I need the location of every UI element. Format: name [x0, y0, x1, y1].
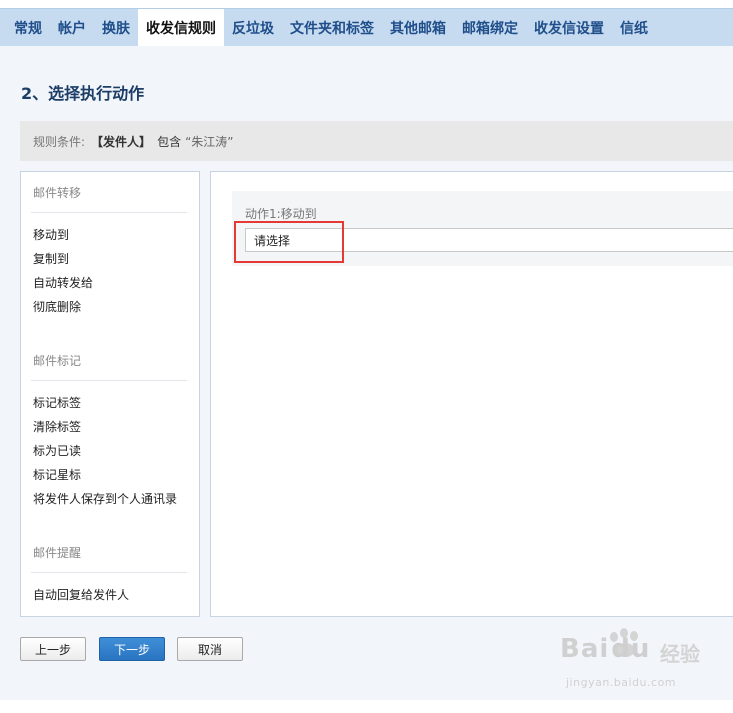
section-title-mail-notify: 邮件提醒 — [33, 546, 82, 560]
action-mark-star[interactable]: 标记星标 — [33, 466, 81, 483]
section-divider — [31, 380, 187, 381]
section-divider — [31, 212, 187, 213]
tab-other-mailboxes[interactable]: 其他邮箱 — [382, 9, 454, 46]
action-auto-reply[interactable]: 自动回复给发件人 — [33, 586, 129, 603]
settings-tab-bar: 常规 帐户 换肤 收发信规则 反垃圾 文件夹和标签 其他邮箱 邮箱绑定 收发信设… — [0, 8, 733, 46]
cancel-button[interactable]: 取消 — [177, 637, 243, 661]
action-copy-to[interactable]: 复制到 — [33, 250, 69, 267]
condition-operator: 包含 — [157, 134, 182, 149]
section-title-mail-mark: 邮件标记 — [33, 354, 82, 368]
rule-condition-bar: 规则条件: 【发件人】 包含 “朱江涛” — [20, 121, 733, 161]
tab-account[interactable]: 帐户 — [50, 9, 94, 46]
tab-general[interactable]: 常规 — [6, 9, 50, 46]
action-mark-label[interactable]: 标记标签 — [33, 394, 81, 411]
folder-select[interactable]: 请选择 — [245, 228, 733, 252]
tab-folders-labels[interactable]: 文件夹和标签 — [282, 9, 382, 46]
action-row: 动作1:移动到 请选择 — [232, 191, 733, 266]
tab-anti-spam[interactable]: 反垃圾 — [224, 9, 282, 46]
condition-field: 【发件人】 — [91, 134, 152, 149]
tab-stationery[interactable]: 信纸 — [612, 9, 656, 46]
section-divider — [31, 572, 187, 573]
action-delete-permanently[interactable]: 彻底删除 — [33, 298, 81, 315]
condition-label: 规则条件: — [33, 134, 86, 149]
action-label: 动作1:移动到 — [245, 207, 317, 221]
next-step-button[interactable]: 下一步 — [99, 637, 165, 661]
section-title-mail-move: 邮件转移 — [33, 186, 82, 200]
condition-value: “朱江涛” — [185, 134, 234, 149]
rule-editor-page: 2、选择执行动作 规则条件: 【发件人】 包含 “朱江涛” 邮件转移 移动到 复… — [0, 46, 733, 700]
tab-mailbox-binding[interactable]: 邮箱绑定 — [454, 9, 526, 46]
action-move-to[interactable]: 移动到 — [33, 226, 69, 243]
tab-skin[interactable]: 换肤 — [94, 9, 138, 46]
action-editor-panel: 动作1:移动到 请选择 — [210, 171, 733, 617]
page-title: 2、选择执行动作 — [21, 84, 145, 103]
action-clear-label[interactable]: 清除标签 — [33, 418, 81, 435]
action-type-list: 邮件转移 移动到 复制到 自动转发给 彻底删除 邮件标记 标记标签 清除标签 标… — [20, 171, 200, 617]
tab-mail-rules[interactable]: 收发信规则 — [138, 9, 224, 46]
action-auto-forward[interactable]: 自动转发给 — [33, 274, 93, 291]
tab-mail-settings[interactable]: 收发信设置 — [526, 9, 612, 46]
prev-step-button[interactable]: 上一步 — [20, 637, 86, 661]
action-mark-read[interactable]: 标为已读 — [33, 442, 81, 459]
action-save-sender-contact[interactable]: 将发件人保存到个人通讯录 — [33, 490, 177, 507]
